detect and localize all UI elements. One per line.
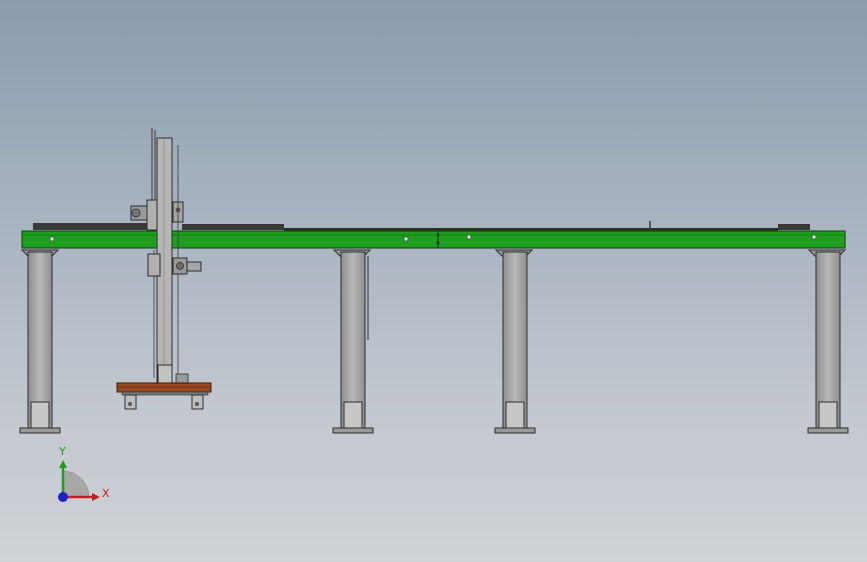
z-axis-dot <box>58 492 68 502</box>
y-axis-label: Y <box>58 445 66 458</box>
trolley-carriage <box>130 128 202 384</box>
cad-viewport[interactable]: X Y <box>0 0 867 562</box>
support-leg-3 <box>494 249 536 434</box>
gripper <box>116 382 212 410</box>
support-leg-4 <box>807 249 849 434</box>
support-leg-2 <box>332 249 374 434</box>
support-leg-1 <box>19 249 61 434</box>
x-axis-label: X <box>102 487 110 500</box>
support-legs <box>19 249 849 434</box>
main-beam <box>21 230 846 249</box>
coordinate-triad: X Y <box>58 445 110 502</box>
gantry-model <box>19 128 849 434</box>
